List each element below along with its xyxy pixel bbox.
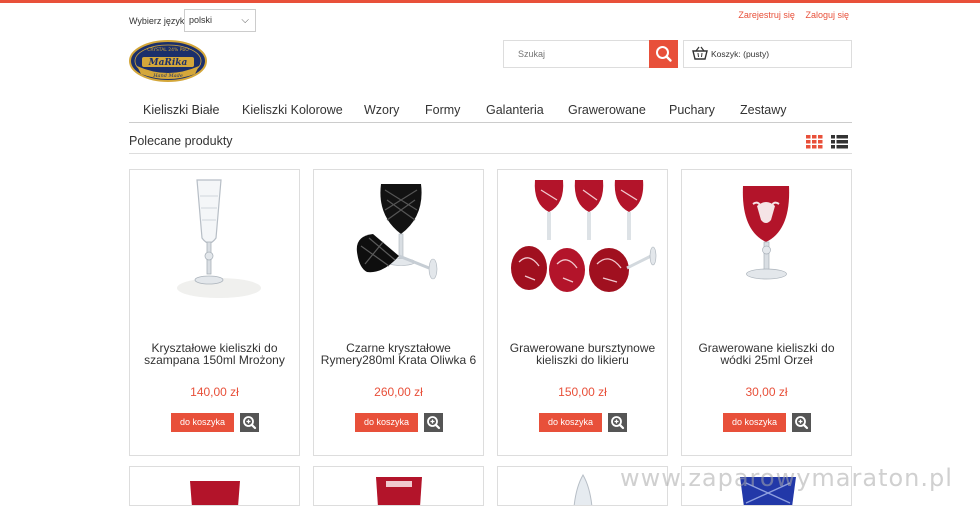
nav-item-wzory[interactable]: Wzory bbox=[364, 103, 399, 117]
search-input[interactable] bbox=[503, 40, 649, 68]
product-price: 150,00 zł bbox=[558, 385, 607, 399]
basket-icon bbox=[692, 46, 708, 60]
product-image-black-crystal-glasses[interactable] bbox=[321, 176, 476, 301]
product-image-engraved-vodka-glass[interactable] bbox=[689, 176, 844, 301]
search-button[interactable] bbox=[649, 40, 678, 68]
add-to-cart-button[interactable]: do koszyka bbox=[723, 413, 786, 432]
search-icon bbox=[656, 46, 672, 62]
nav-item-formy[interactable]: Formy bbox=[425, 103, 460, 117]
product-card-partial[interactable] bbox=[313, 466, 484, 506]
zoom-button[interactable] bbox=[792, 413, 811, 432]
grid-view-icon[interactable] bbox=[806, 135, 823, 149]
add-to-cart-button[interactable]: do koszyka bbox=[355, 413, 418, 432]
product-name[interactable]: Czarne kryształowe Rymery280ml Krata Oli… bbox=[320, 342, 477, 366]
add-to-cart-button[interactable]: do koszyka bbox=[539, 413, 602, 432]
product-card: Grawerowane bursztynowe kieliszki do lik… bbox=[497, 169, 668, 456]
nav-item-puchary[interactable]: Puchary bbox=[669, 103, 715, 117]
nav-item-kieliszki-kolorowe[interactable]: Kieliszki Kolorowe bbox=[242, 103, 343, 117]
language-label: Wybierz język bbox=[129, 16, 185, 26]
svg-text:Hand Made: Hand Made bbox=[152, 73, 183, 79]
chevron-down-icon: ⌵ bbox=[241, 15, 249, 26]
register-link[interactable]: Zarejestruj się bbox=[738, 10, 795, 20]
cart-button[interactable]: Koszyk: (pusty) bbox=[683, 40, 852, 68]
search-bar bbox=[503, 40, 678, 68]
zoom-button[interactable] bbox=[240, 413, 259, 432]
svg-text:CRYSTAL 24% PbO: CRYSTAL 24% PbO bbox=[147, 47, 189, 53]
product-price: 260,00 zł bbox=[374, 385, 423, 399]
zoom-icon bbox=[611, 416, 625, 430]
product-price: 140,00 zł bbox=[190, 385, 239, 399]
logo-emblem: MaRika CRYSTAL 24% PbO Hand Made bbox=[129, 40, 207, 82]
nav-item-grawerowane[interactable]: Grawerowane bbox=[568, 103, 646, 117]
cart-label: Koszyk: (pusty) bbox=[711, 49, 770, 59]
zoom-icon bbox=[795, 416, 809, 430]
product-card: Grawerowane kieliszki do wódki 25ml Orze… bbox=[681, 169, 852, 456]
watermark: www.zaparowymaraton.pl bbox=[620, 464, 953, 492]
product-price: 30,00 zł bbox=[745, 385, 788, 399]
nav-item-galanteria[interactable]: Galanteria bbox=[486, 103, 544, 117]
nav-item-zestawy[interactable]: Zestawy bbox=[740, 103, 787, 117]
auth-links: Zarejestruj się Zaloguj się bbox=[730, 10, 849, 20]
product-card-partial[interactable] bbox=[129, 466, 300, 506]
product-image-partial bbox=[376, 477, 422, 505]
product-name[interactable]: Grawerowane kieliszki do wódki 25ml Orze… bbox=[688, 342, 845, 366]
add-to-cart-button[interactable]: do koszyka bbox=[171, 413, 234, 432]
zoom-button[interactable] bbox=[424, 413, 443, 432]
zoom-button[interactable] bbox=[608, 413, 627, 432]
zoom-icon bbox=[243, 416, 257, 430]
svg-text:MaRika: MaRika bbox=[148, 58, 188, 68]
product-image-partial bbox=[190, 481, 240, 505]
language-select[interactable]: polski ⌵ bbox=[184, 9, 256, 32]
list-view-icon[interactable] bbox=[831, 135, 848, 149]
product-card: Kryształowe kieliszki do szampana 150ml … bbox=[129, 169, 300, 456]
product-name[interactable]: Kryształowe kieliszki do szampana 150ml … bbox=[136, 342, 293, 366]
nav-item-kieliszki-biale[interactable]: Kieliszki Białe bbox=[143, 103, 219, 117]
top-accent-bar bbox=[0, 0, 980, 3]
product-card: Czarne kryształowe Rymery280ml Krata Oli… bbox=[313, 169, 484, 456]
product-name[interactable]: Grawerowane bursztynowe kieliszki do lik… bbox=[504, 342, 661, 366]
login-link[interactable]: Zaloguj się bbox=[805, 10, 849, 20]
section-title: Polecane produkty bbox=[129, 134, 233, 148]
product-image-ruby-liqueur-glasses[interactable] bbox=[505, 176, 660, 301]
section-divider bbox=[129, 153, 852, 154]
store-logo[interactable]: MaRika CRYSTAL 24% PbO Hand Made bbox=[129, 40, 207, 82]
main-navigation: Kieliszki Białe Kieliszki Kolorowe Wzory… bbox=[129, 100, 852, 123]
zoom-icon bbox=[427, 416, 441, 430]
product-image-clear-champagne-glass[interactable] bbox=[137, 176, 292, 301]
language-selected-value: polski bbox=[189, 15, 213, 25]
